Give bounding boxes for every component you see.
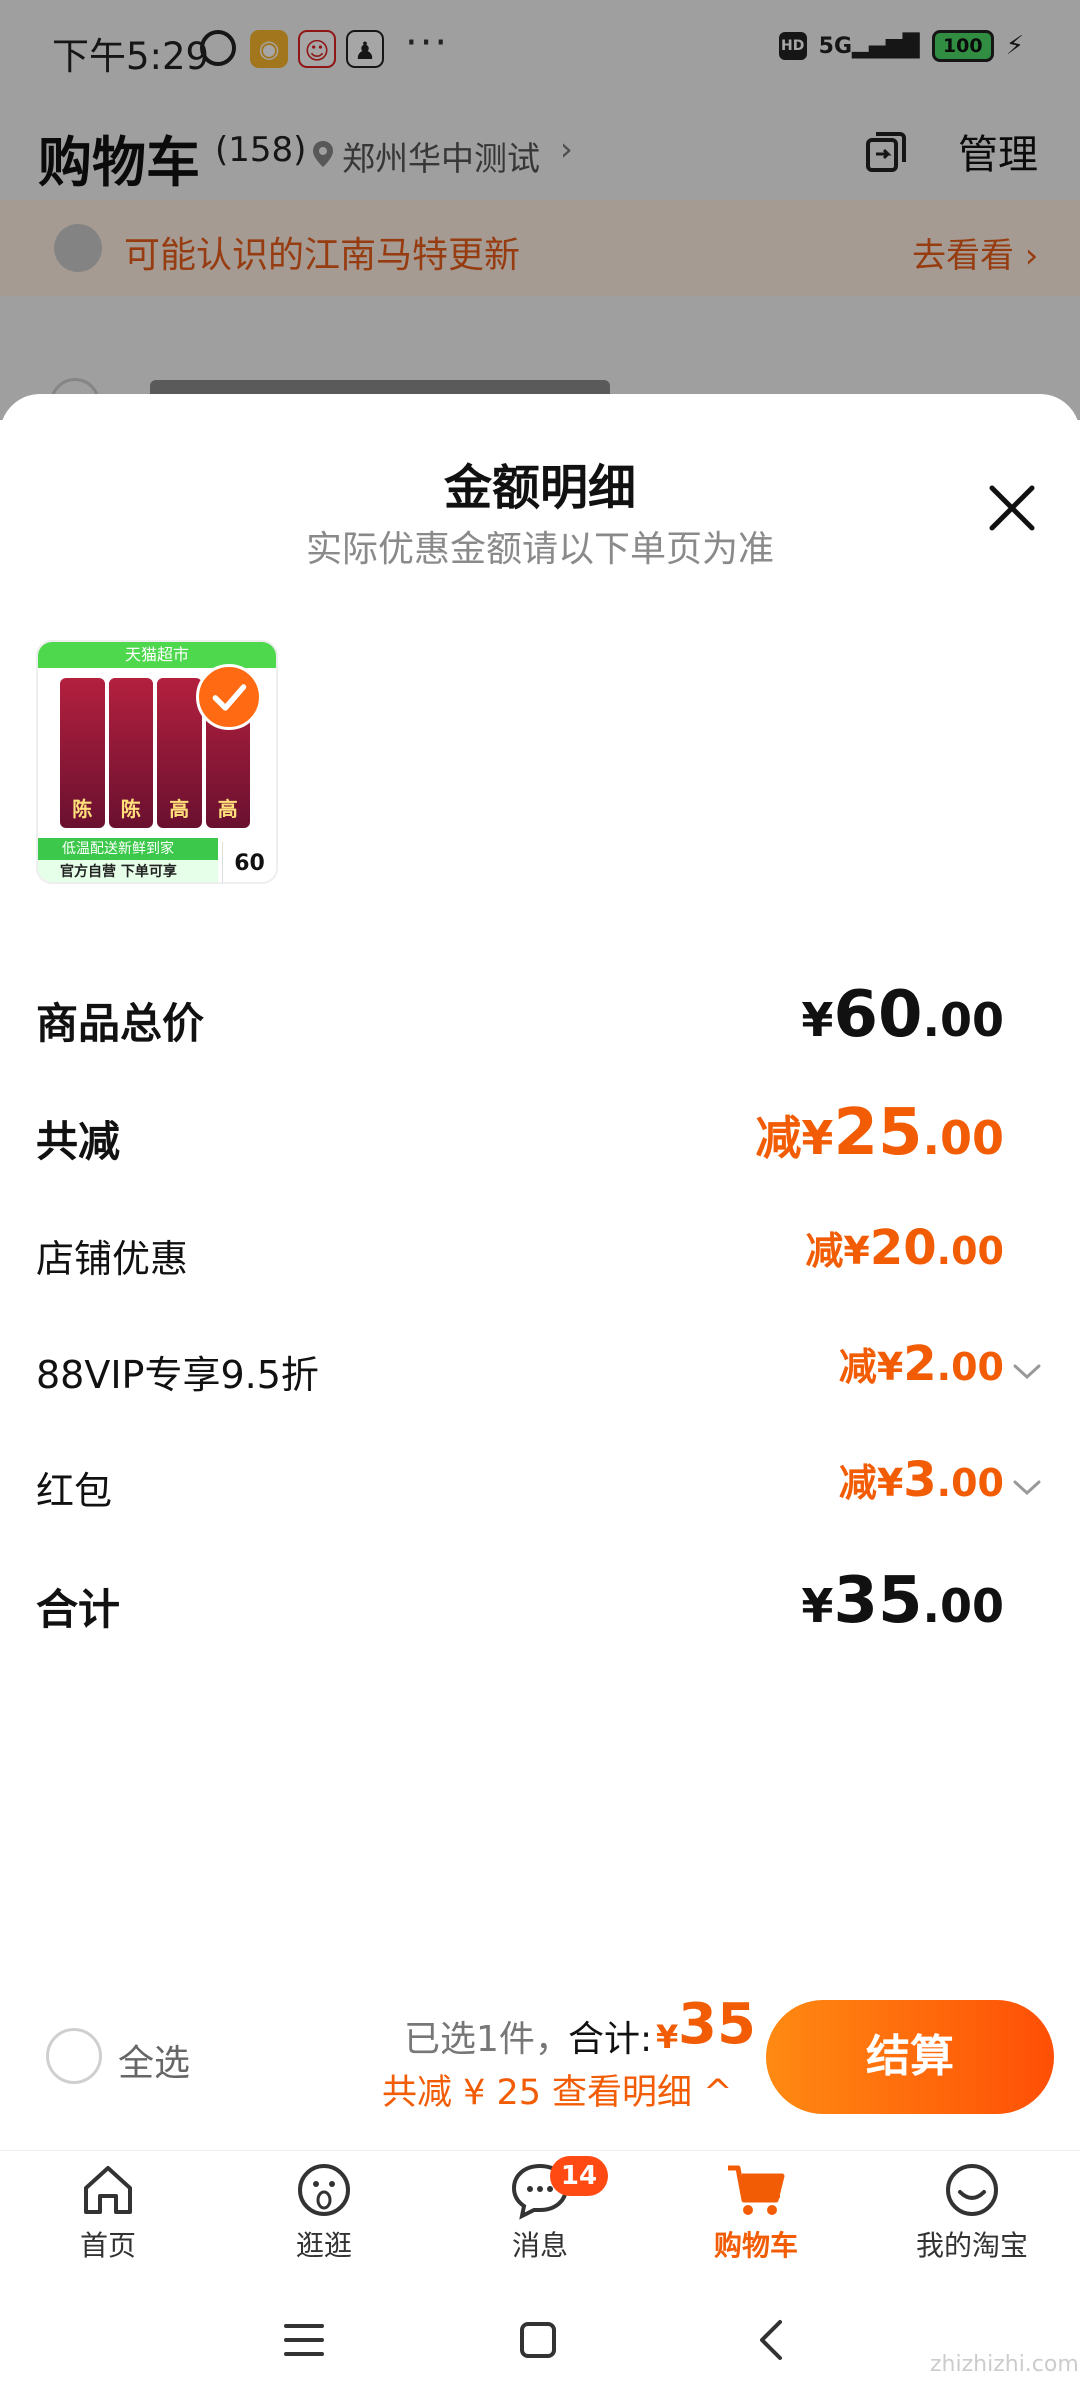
amount-integer: 3 — [903, 1452, 937, 1508]
row-amount: 减¥25.00 — [755, 1096, 1004, 1170]
amount-integer: 60 — [833, 978, 923, 1052]
thumb-store-banner: 天猫超市 — [38, 642, 276, 668]
amount-currency: ¥ — [876, 1461, 904, 1505]
sheet-title: 金额明细 — [443, 460, 636, 516]
row-label: 合计 — [36, 1585, 121, 1634]
row-label: 共减 — [36, 1117, 121, 1166]
row-label: 店铺优惠 — [36, 1237, 189, 1281]
tab-cart[interactable]: 购物车 — [676, 2158, 836, 2268]
row-goods-total: 商品总价 ¥60.00 — [0, 978, 1080, 1060]
checkout-button[interactable]: 结算 — [766, 2000, 1054, 2114]
product-can: 陈 — [60, 678, 105, 828]
select-all-label[interactable]: 全选 — [118, 2034, 190, 2086]
tab-label: 我的淘宝 — [915, 2229, 1028, 2262]
home-square-icon[interactable] — [508, 2310, 568, 2370]
row-red-packet[interactable]: 红包 减¥3.00 — [0, 1448, 1080, 1528]
row-amount: ¥35.00 — [801, 1564, 1004, 1638]
row-grand-total: 合计 ¥35.00 — [0, 1564, 1080, 1646]
modal-dim-overlay[interactable] — [0, 0, 1080, 420]
home-icon — [84, 2166, 132, 2214]
amount-decimal: .00 — [922, 1579, 1005, 1633]
row-label: 红包 — [36, 1469, 113, 1513]
amount-prefix: 减 — [838, 1461, 877, 1505]
chevron-down-icon[interactable] — [1012, 1478, 1042, 1498]
profile-icon — [946, 2164, 998, 2216]
tab-label: 首页 — [79, 2229, 136, 2262]
view-detail-link[interactable]: 查看明细 ^ — [552, 2064, 732, 2115]
row-amount: 减¥20.00 — [805, 1220, 1004, 1276]
watermark: zhizhizhi.com — [930, 2352, 1079, 2377]
row-label: 88VIP专享9.5折 — [36, 1353, 319, 1397]
saved-amount: 共减 ¥ 25 — [382, 2073, 542, 2113]
tab-label: 逛逛 — [295, 2229, 352, 2262]
row-amount: 减¥3.00 — [839, 1452, 1004, 1508]
amount-currency: ¥ — [801, 1111, 834, 1165]
row-vip-discount[interactable]: 88VIP专享9.5折 减¥2.00 — [0, 1332, 1080, 1412]
row-total-discount: 共减 减¥25.00 — [0, 1096, 1080, 1178]
product-can: 陈 — [108, 678, 153, 828]
amount-currency: ¥ — [843, 1229, 870, 1273]
menu-icon[interactable] — [274, 2310, 334, 2370]
tab-discover[interactable]: 逛逛 — [244, 2158, 404, 2268]
product-thumbnail[interactable]: 天猫超市 陈 陈 高 高 低温配送新鲜到家 官方自营 下单可享 60 — [36, 640, 278, 884]
cart-icon — [728, 2165, 785, 2215]
select-all-checkbox[interactable] — [46, 2028, 102, 2084]
row-amount: 减¥2.00 — [839, 1336, 1004, 1392]
total-label: 合计: — [568, 2019, 653, 2060]
thumb-delivery-banner: 低温配送新鲜到家 — [38, 838, 218, 860]
thumb-price-tag: 60 — [222, 842, 276, 882]
amount-currency: ¥ — [801, 1579, 834, 1633]
tab-profile[interactable]: 我的淘宝 — [892, 2158, 1052, 2268]
thumb-official-banner: 官方自营 下单可享 — [38, 860, 218, 882]
check-icon — [196, 664, 262, 730]
close-icon[interactable] — [984, 480, 1040, 536]
amount-integer: 35 — [833, 1564, 923, 1638]
amount-currency: ¥ — [876, 1345, 904, 1389]
row-store-discount: 店铺优惠 减¥20.00 — [0, 1216, 1080, 1296]
sheet-subtitle: 实际优惠金额请以下单页为准 — [305, 529, 774, 570]
amount-prefix: 减 — [755, 1111, 802, 1165]
row-label: 商品总价 — [36, 999, 205, 1048]
tab-home[interactable]: 首页 — [28, 2158, 188, 2268]
tab-label: 消息 — [511, 2229, 568, 2262]
amount-integer: 2 — [903, 1336, 937, 1392]
back-icon[interactable] — [742, 2310, 802, 2370]
amount-decimal: .00 — [936, 1229, 1004, 1273]
tab-label: 购物车 — [713, 2229, 798, 2262]
amount-integer: 20 — [869, 1220, 937, 1276]
amount-decimal: .00 — [922, 993, 1005, 1047]
product-can: 高 — [157, 678, 202, 828]
amount-prefix: 减 — [805, 1229, 844, 1273]
selected-count: 已选1件， — [404, 2019, 571, 2060]
total-currency: ¥ — [656, 2018, 679, 2056]
amount-currency: ¥ — [801, 993, 834, 1047]
amount-decimal: .00 — [922, 1111, 1005, 1165]
message-badge: 14 — [550, 2156, 608, 2196]
amount-decimal: .00 — [936, 1345, 1004, 1389]
amount-prefix: 减 — [838, 1345, 877, 1389]
amount-decimal: .00 — [936, 1461, 1004, 1505]
amount-integer: 25 — [833, 1096, 923, 1170]
discover-icon — [298, 2164, 350, 2216]
row-amount: ¥60.00 — [801, 978, 1004, 1052]
total-value: 35 — [678, 1992, 756, 2057]
chevron-down-icon[interactable] — [1012, 1362, 1042, 1382]
